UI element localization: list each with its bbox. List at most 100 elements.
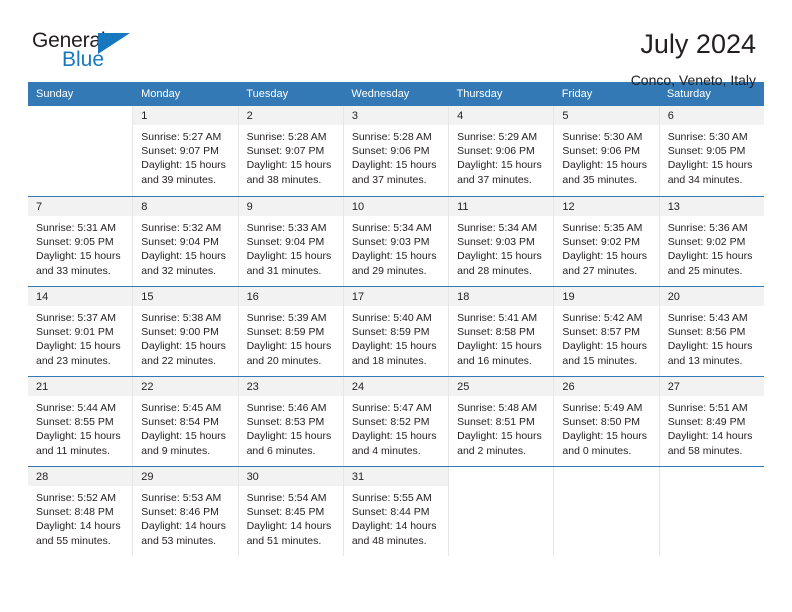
day-sun-info: Sunrise: 5:34 AM Sunset: 9:03 PM Daylight:… (344, 216, 448, 278)
calendar-day-cell[interactable]: 4 Sunrise: 5:29 AM Sunset: 9:06 PM Daylight… (449, 106, 555, 196)
day-number: 24 (343, 377, 449, 396)
sunset-time: Sunset: 9:06 PM (457, 145, 535, 158)
day-number: 2 (238, 106, 343, 125)
calendar-day-cell[interactable]: 28 Sunrise: 5:52 AM Sunset: 8:48 PM Dayligh… (28, 467, 134, 556)
calendar-day-cell[interactable]: 17 Sunrise: 5:40 AM Sunset: 8:59 PM Dayligh… (343, 287, 450, 376)
sunset-time: Sunset: 8:52 PM (351, 416, 430, 429)
daylight-duration-line2: and 15 minutes. (562, 354, 638, 367)
weekday-header-saturday: Saturday (666, 88, 711, 100)
sunrise-time: Sunrise: 5:47 AM (351, 402, 432, 414)
day-sun-info: Sunrise: 5:38 AM Sunset: 9:00 PM Daylight:… (133, 306, 237, 368)
calendar-day-cell[interactable]: 15 Sunrise: 5:38 AM Sunset: 9:00 PM Dayligh… (133, 287, 239, 376)
calendar-day-cell[interactable]: 20 Sunrise: 5:43 AM Sunset: 8:56 PM Dayligh… (659, 287, 764, 376)
calendar-day-cell[interactable]: 8 Sunrise: 5:32 AM Sunset: 9:04 PM Daylight… (133, 197, 239, 286)
daylight-duration-line2: and 0 minutes. (562, 444, 632, 457)
daylight-duration-line1: Daylight: 15 hours (457, 250, 542, 263)
calendar-day-cell-empty (659, 467, 764, 556)
weekday-header-row: Sunday Monday Tuesday Wednesday Thursday… (28, 82, 764, 106)
calendar-day-cell[interactable]: 31 Sunrise: 5:55 AM Sunset: 8:44 PM Dayligh… (343, 467, 450, 556)
calendar-day-cell[interactable]: 26 Sunrise: 5:49 AM Sunset: 8:50 PM Dayligh… (554, 377, 660, 466)
daylight-duration-line2: and 39 minutes. (141, 173, 216, 186)
day-sun-info: Sunrise: 5:36 AM Sunset: 9:02 PM Daylight:… (660, 216, 764, 278)
day-number: 22 (133, 377, 238, 396)
daylight-duration-line1: Daylight: 15 hours (246, 340, 332, 353)
calendar-day-cell[interactable]: 30 Sunrise: 5:54 AM Sunset: 8:45 PM Dayligh… (238, 467, 344, 556)
calendar-day-cell[interactable]: 12 Sunrise: 5:35 AM Sunset: 9:02 PM Dayligh… (554, 197, 660, 286)
daylight-duration-line2: and 23 minutes. (36, 354, 111, 367)
general-blue-logo[interactable]: General Blue (32, 30, 152, 76)
day-number: 11 (449, 197, 554, 216)
calendar-day-cell[interactable]: 13 Sunrise: 5:36 AM Sunset: 9:02 PM Dayligh… (659, 197, 764, 286)
sunset-time: Sunset: 9:06 PM (562, 145, 641, 158)
daylight-duration-line2: and 51 minutes. (246, 534, 322, 547)
day-number: 19 (554, 287, 659, 306)
day-sun-info: Sunrise: 5:35 AM Sunset: 9:02 PM Daylight:… (554, 216, 658, 278)
sunrise-time: Sunrise: 5:34 AM (351, 222, 432, 234)
day-number: 3 (343, 106, 449, 125)
daylight-duration-line1: Daylight: 15 hours (36, 430, 121, 443)
calendar-day-cell[interactable]: 27 Sunrise: 5:51 AM Sunset: 8:49 PM Dayligh… (659, 377, 764, 466)
calendar-day-cell[interactable]: 1 Sunrise: 5:27 AM Sunset: 9:07 PM Daylight… (133, 106, 239, 196)
day-sun-info: Sunrise: 5:29 AM Sunset: 9:06 PM Daylight:… (449, 125, 553, 187)
day-number (449, 467, 554, 486)
daylight-duration-line2: and 38 minutes. (246, 173, 322, 186)
day-sun-info: Sunrise: 5:27 AM Sunset: 9:07 PM Daylight:… (133, 125, 237, 187)
day-number: 31 (343, 467, 449, 486)
day-sun-info: Sunrise: 5:31 AM Sunset: 9:05 PM Daylight:… (28, 216, 132, 278)
sunrise-time: Sunrise: 5:48 AM (457, 402, 538, 414)
calendar-day-cell[interactable]: 3 Sunrise: 5:28 AM Sunset: 9:06 PM Daylight… (343, 106, 450, 196)
sunrise-time: Sunrise: 5:39 AM (246, 312, 327, 324)
calendar-day-cell[interactable]: 23 Sunrise: 5:46 AM Sunset: 8:53 PM Dayligh… (238, 377, 344, 466)
day-number: 10 (343, 197, 449, 216)
day-sun-info: Sunrise: 5:28 AM Sunset: 9:06 PM Daylight:… (344, 125, 448, 187)
calendar-day-cell[interactable]: 21 Sunrise: 5:44 AM Sunset: 8:55 PM Dayligh… (28, 377, 134, 466)
daylight-duration-line1: Daylight: 14 hours (36, 520, 121, 533)
day-sun-info: Sunrise: 5:43 AM Sunset: 8:56 PM Daylight:… (660, 306, 764, 368)
calendar-day-cell[interactable]: 18 Sunrise: 5:41 AM Sunset: 8:58 PM Dayligh… (449, 287, 555, 376)
daylight-duration-line2: and 2 minutes. (457, 444, 527, 457)
daylight-duration-line2: and 22 minutes. (141, 354, 216, 367)
calendar-day-cell[interactable]: 29 Sunrise: 5:53 AM Sunset: 8:46 PM Dayligh… (133, 467, 239, 556)
day-number: 12 (554, 197, 659, 216)
calendar-day-cell[interactable]: 7 Sunrise: 5:31 AM Sunset: 9:05 PM Daylight… (28, 197, 134, 286)
calendar-day-cell[interactable]: 24 Sunrise: 5:47 AM Sunset: 8:52 PM Dayligh… (343, 377, 450, 466)
sunrise-time: Sunrise: 5:38 AM (141, 312, 222, 324)
daylight-duration-line2: and 35 minutes. (562, 173, 638, 186)
sunset-time: Sunset: 8:59 PM (351, 326, 430, 339)
day-number: 23 (238, 377, 343, 396)
calendar-day-cell[interactable]: 14 Sunrise: 5:37 AM Sunset: 9:01 PM Dayligh… (28, 287, 134, 376)
weekday-header-monday: Monday (141, 88, 181, 100)
day-sun-info: Sunrise: 5:33 AM Sunset: 9:04 PM Daylight:… (239, 216, 343, 278)
calendar-day-cell[interactable]: 6 Sunrise: 5:30 AM Sunset: 9:05 PM Daylight… (659, 106, 764, 196)
calendar-day-cell[interactable]: 25 Sunrise: 5:48 AM Sunset: 8:51 PM Dayligh… (449, 377, 555, 466)
calendar-day-cell[interactable]: 11 Sunrise: 5:34 AM Sunset: 9:03 PM Dayligh… (449, 197, 555, 286)
day-sun-info: Sunrise: 5:49 AM Sunset: 8:50 PM Daylight:… (554, 396, 658, 458)
daylight-duration-line1: Daylight: 15 hours (141, 340, 226, 353)
daylight-duration-line1: Daylight: 15 hours (141, 430, 226, 443)
calendar-week-row: 28 Sunrise: 5:52 AM Sunset: 8:48 PM Dayligh… (28, 466, 764, 556)
day-number: 28 (28, 467, 133, 486)
daylight-duration-line1: Daylight: 15 hours (457, 159, 542, 172)
calendar-day-cell[interactable]: 19 Sunrise: 5:42 AM Sunset: 8:57 PM Dayligh… (554, 287, 660, 376)
weekday-header-friday: Friday (561, 88, 593, 100)
sunrise-time: Sunrise: 5:40 AM (351, 312, 432, 324)
daylight-duration-line1: Daylight: 14 hours (246, 520, 332, 533)
calendar-day-cell[interactable]: 16 Sunrise: 5:39 AM Sunset: 8:59 PM Dayligh… (238, 287, 344, 376)
calendar-day-cell[interactable]: 22 Sunrise: 5:45 AM Sunset: 8:54 PM Dayligh… (133, 377, 239, 466)
calendar-day-cell[interactable]: 5 Sunrise: 5:30 AM Sunset: 9:06 PM Daylight… (554, 106, 660, 196)
calendar-week-row: 14 Sunrise: 5:37 AM Sunset: 9:01 PM Dayligh… (28, 286, 764, 376)
page-header: General Blue July 2024 Conco, Veneto, It… (0, 0, 792, 87)
calendar-day-cell[interactable]: 9 Sunrise: 5:33 AM Sunset: 9:04 PM Daylight… (238, 197, 344, 286)
day-number: 26 (554, 377, 659, 396)
daylight-duration-line1: Daylight: 15 hours (562, 340, 648, 353)
sunrise-time: Sunrise: 5:52 AM (36, 492, 116, 504)
calendar-week-row: 1 Sunrise: 5:27 AM Sunset: 9:07 PM Daylight… (28, 106, 764, 196)
daylight-duration-line2: and 29 minutes. (351, 264, 427, 277)
sunrise-time: Sunrise: 5:55 AM (351, 492, 432, 504)
calendar-day-cell[interactable]: 2 Sunrise: 5:28 AM Sunset: 9:07 PM Daylight… (238, 106, 344, 196)
calendar-week-row: 21 Sunrise: 5:44 AM Sunset: 8:55 PM Dayligh… (28, 376, 764, 466)
day-number (554, 467, 659, 486)
calendar-day-cell[interactable]: 10 Sunrise: 5:34 AM Sunset: 9:03 PM Dayligh… (343, 197, 450, 286)
daylight-duration-line2: and 11 minutes. (36, 444, 110, 457)
daylight-duration-line1: Daylight: 15 hours (351, 159, 437, 172)
